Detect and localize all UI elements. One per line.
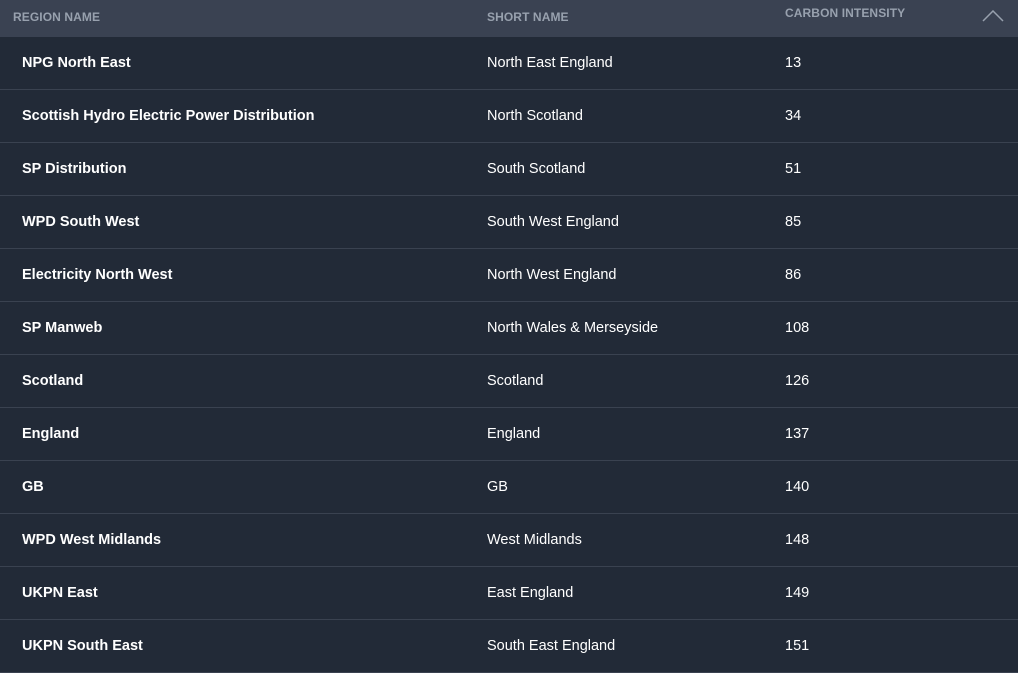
- region-name-cell: WPD South West: [22, 214, 140, 230]
- table-row[interactable]: NPG North East North East England 13: [0, 37, 1018, 90]
- chevron-up-icon[interactable]: [982, 10, 1004, 22]
- short-name-cell: GB: [487, 479, 508, 495]
- carbon-intensity-cell: 126: [785, 373, 810, 389]
- region-name-cell: SP Distribution: [22, 161, 127, 177]
- region-name-cell: Scotland: [22, 373, 84, 389]
- table-row[interactable]: UKPN East East England 149: [0, 567, 1018, 620]
- region-name-cell: WPD West Midlands: [22, 532, 162, 548]
- short-name-cell: Scotland: [487, 373, 544, 389]
- header-short-name[interactable]: SHORT NAME: [487, 10, 569, 24]
- carbon-intensity-cell: 13: [785, 55, 802, 71]
- region-name-cell: NPG North East: [22, 55, 131, 71]
- carbon-intensity-cell: 140: [785, 479, 810, 495]
- table-row[interactable]: Scotland Scotland 126: [0, 355, 1018, 408]
- carbon-intensity-cell: 151: [785, 638, 810, 654]
- header-region-name[interactable]: REGION NAME: [13, 10, 100, 24]
- short-name-cell: North Scotland: [487, 108, 583, 124]
- table-row[interactable]: UKPN South East South East England 151: [0, 620, 1018, 673]
- region-name-cell: England: [22, 426, 80, 442]
- short-name-cell: South West England: [487, 214, 619, 230]
- carbon-intensity-cell: 86: [785, 267, 802, 283]
- short-name-cell: South Scotland: [487, 161, 586, 177]
- region-name-cell: UKPN South East: [22, 638, 143, 654]
- carbon-intensity-cell: 85: [785, 214, 802, 230]
- short-name-cell: England: [487, 426, 541, 442]
- table-row[interactable]: Scottish Hydro Electric Power Distributi…: [0, 90, 1018, 143]
- table-body: NPG North East North East England 13 Scotti…: [0, 37, 1018, 673]
- table-row[interactable]: Electricity North West North West England…: [0, 249, 1018, 302]
- table-row[interactable]: England England 137: [0, 408, 1018, 461]
- region-name-cell: SP Manweb: [22, 320, 103, 336]
- region-name-cell: Electricity North West: [22, 267, 173, 283]
- short-name-cell: North West England: [487, 267, 617, 283]
- table-row[interactable]: GB GB 140: [0, 461, 1018, 514]
- short-name-cell: North East England: [487, 55, 613, 71]
- header-carbon-intensity[interactable]: CARBON INTENSITY: [785, 6, 905, 20]
- region-name-cell: Scottish Hydro Electric Power Distributi…: [22, 108, 315, 124]
- short-name-cell: North Wales & Merseyside: [487, 320, 659, 336]
- carbon-intensity-cell: 148: [785, 532, 810, 548]
- region-name-cell: UKPN East: [22, 585, 98, 601]
- short-name-cell: West Midlands: [487, 532, 582, 548]
- table-row[interactable]: SP Distribution South Scotland 51: [0, 143, 1018, 196]
- table-row[interactable]: WPD West Midlands West Midlands 148: [0, 514, 1018, 567]
- short-name-cell: East England: [487, 585, 574, 601]
- region-name-cell: GB: [22, 479, 44, 495]
- carbon-intensity-cell: 51: [785, 161, 802, 177]
- carbon-intensity-cell: 34: [785, 108, 802, 124]
- short-name-cell: South East England: [487, 638, 616, 654]
- table-header: REGION NAME SHORT NAME CARBON INTENSITY: [0, 0, 1018, 37]
- carbon-intensity-table: REGION NAME SHORT NAME CARBON INTENSITY …: [0, 0, 1018, 673]
- table-row[interactable]: SP Manweb North Wales & Merseyside 108: [0, 302, 1018, 355]
- carbon-intensity-cell: 149: [785, 585, 810, 601]
- carbon-intensity-cell: 108: [785, 320, 810, 336]
- table-row[interactable]: WPD South West South West England 85: [0, 196, 1018, 249]
- carbon-intensity-cell: 137: [785, 426, 810, 442]
